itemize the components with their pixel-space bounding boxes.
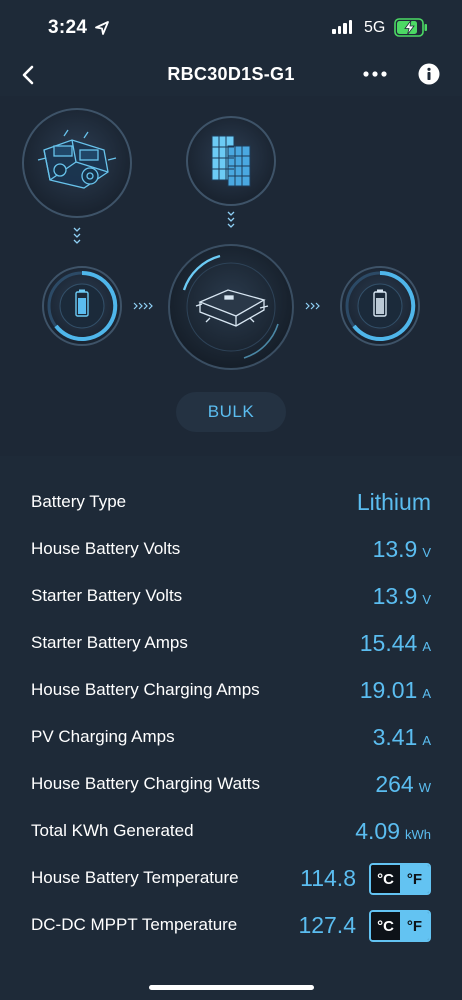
reading-label: House Battery Volts — [31, 539, 181, 558]
reading-row-mppt-temperature: DC-DC MPPT Temperature 127.4 °C °F — [0, 903, 462, 950]
reading-label: House Battery Charging Amps — [31, 680, 260, 699]
fahrenheit-option[interactable]: °F — [400, 912, 429, 940]
battery-charging-icon — [394, 18, 427, 37]
reading-value: 13.9 V — [372, 536, 431, 562]
reading-label: PV Charging Amps — [31, 727, 175, 746]
more-dots-icon[interactable] — [362, 70, 388, 78]
network-label: 5G — [364, 19, 386, 36]
temperature-value: 127.4 — [298, 912, 356, 938]
reading-row-pv-amps: PV Charging Amps 3.41 A — [0, 715, 462, 762]
celsius-option[interactable]: °C — [371, 912, 400, 940]
flow-arrows-right — [305, 302, 320, 310]
nav-bar: RBC30D1S-G1 — [0, 56, 462, 96]
info-icon[interactable] — [418, 63, 440, 85]
flow-arrows-left — [133, 302, 153, 310]
celsius-option[interactable]: °C — [371, 865, 400, 893]
page-title: RBC30D1S-G1 — [167, 64, 295, 84]
status-time: 3:24 — [48, 17, 88, 38]
reading-value: Lithium — [356, 489, 431, 515]
solar-source — [186, 116, 276, 206]
reading-row-total-kwh: Total KWh Generated 4.09 kWh — [0, 809, 462, 856]
reading-row-house-temperature: House Battery Temperature 114.8 °C °F — [0, 856, 462, 903]
reading-label: House Battery Charging Watts — [31, 774, 260, 793]
temperature-value: 114.8 — [300, 865, 356, 891]
house-battery-gauge[interactable] — [42, 266, 122, 346]
reading-label: Battery Type — [31, 492, 127, 511]
reading-value: 4.09 kWh — [355, 818, 431, 844]
reading-row-starter-amps: Starter Battery Amps 15.44 A — [0, 621, 462, 668]
starter-battery-gauge[interactable] — [340, 266, 420, 346]
cellular-signal-icon — [332, 20, 352, 34]
reading-value: 19.01 A — [359, 677, 431, 703]
reading-row-starter-volts: Starter Battery Volts 13.9 V — [0, 574, 462, 621]
reading-row-house-charging-amps: House Battery Charging Amps 19.01 A — [0, 668, 462, 715]
temperature-unit-toggle[interactable]: °C °F — [369, 910, 431, 942]
dc-dc-charger-icon — [182, 254, 279, 359]
engine-icon — [37, 129, 117, 189]
engine-source — [22, 108, 132, 218]
charger-hub[interactable] — [168, 244, 294, 370]
engine-flow-arrows — [73, 227, 81, 244]
house-battery-icon — [47, 270, 118, 341]
starter-battery-icon — [345, 270, 416, 341]
charging-diagram: BULK — [0, 96, 462, 456]
reading-value: 15.44 A — [359, 630, 431, 656]
reading-row-battery-type: Battery Type Lithium — [0, 480, 462, 527]
reading-row-house-charging-watts: House Battery Charging Watts 264 W — [0, 762, 462, 809]
solar-panel-icon — [211, 135, 251, 187]
location-arrow-icon — [95, 21, 109, 35]
reading-label: DC-DC MPPT Temperature — [31, 915, 238, 934]
reading-label: Starter Battery Volts — [31, 586, 183, 605]
reading-label: Starter Battery Amps — [31, 633, 188, 652]
home-indicator[interactable] — [149, 985, 314, 990]
reading-label: House Battery Temperature — [31, 868, 239, 887]
solar-flow-arrows — [227, 211, 235, 228]
reading-value: 13.9 V — [372, 583, 431, 609]
temperature-unit-toggle[interactable]: °C °F — [369, 863, 431, 895]
status-bar: 3:24 5G — [0, 0, 462, 56]
charge-stage-badge: BULK — [176, 392, 286, 432]
reading-label: Total KWh Generated — [31, 821, 194, 840]
fahrenheit-option[interactable]: °F — [400, 865, 429, 893]
reading-value: 3.41 A — [372, 724, 431, 750]
reading-row-house-volts: House Battery Volts 13.9 V — [0, 527, 462, 574]
reading-value: 264 W — [375, 771, 431, 797]
charge-stage-label: BULK — [207, 402, 255, 421]
